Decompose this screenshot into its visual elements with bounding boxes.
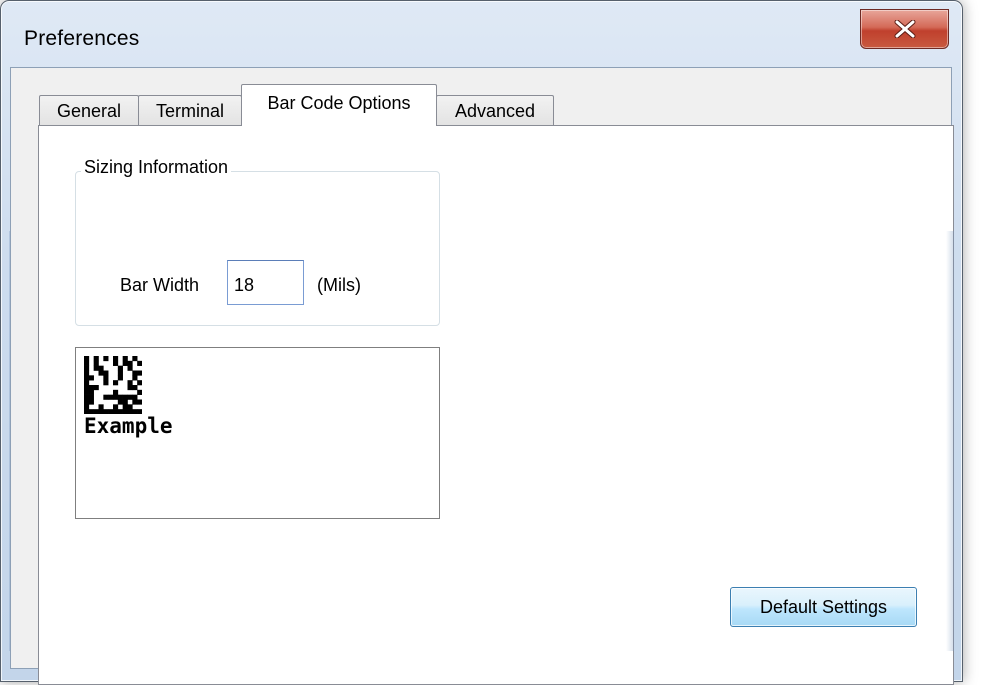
- close-button[interactable]: [860, 9, 949, 49]
- tab-general[interactable]: General: [39, 95, 139, 125]
- window-title: Preferences: [24, 27, 140, 50]
- barcode-preview: Example: [75, 347, 440, 519]
- units-label: (Mils): [317, 275, 361, 295]
- example-label: Example: [84, 414, 173, 438]
- group-label: Sizing Information: [81, 157, 232, 178]
- preferences-window: Preferences General Terminal Bar Code Op…: [0, 0, 963, 685]
- tab-advanced[interactable]: Advanced: [436, 95, 554, 125]
- tab-bar-code-options[interactable]: Bar Code Options: [241, 84, 437, 126]
- bar-width-label: Bar Width: [120, 275, 200, 295]
- default-settings-button[interactable]: Default Settings: [730, 587, 917, 627]
- datamatrix-barcode-icon: [84, 356, 142, 414]
- close-icon: [894, 20, 915, 38]
- sizing-information-group: Sizing Information Bar Width (Mils): [75, 157, 440, 326]
- tab-terminal[interactable]: Terminal: [138, 95, 242, 125]
- dialog-client-area: General Terminal Bar Code Options Advanc…: [10, 67, 954, 685]
- bar-code-options-panel: Sizing Information Bar Width (Mils) Exam…: [38, 125, 954, 685]
- bar-width-input[interactable]: [227, 260, 304, 305]
